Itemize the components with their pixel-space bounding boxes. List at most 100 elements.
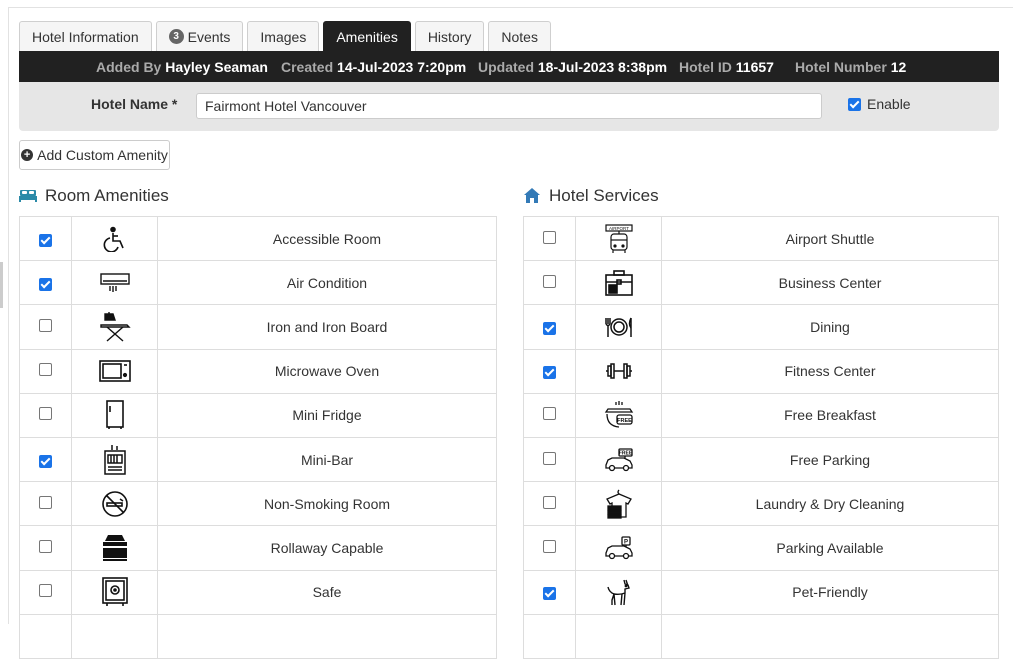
bed-icon: [19, 187, 37, 205]
service-label: Parking Available: [661, 525, 999, 571]
tab-images[interactable]: Images: [247, 21, 320, 51]
service-label: Business Center: [661, 260, 999, 306]
enable-toggle[interactable]: Enable: [848, 96, 911, 112]
section-title-text: Room Amenities: [45, 186, 169, 205]
microwave-icon: [72, 360, 157, 382]
amenity-label: Iron and Iron Board: [157, 304, 497, 350]
table-row: Safe: [19, 569, 497, 615]
table-row: Accessible Room: [19, 215, 497, 262]
table-row: P Parking Available: [523, 525, 999, 571]
hotel-number: Hotel Number 12: [795, 58, 907, 75]
service-label: Fitness Center: [661, 348, 999, 394]
tab-label: Notes: [501, 28, 538, 45]
free-breakfast-checkbox[interactable]: [543, 407, 556, 421]
table-row: Business Center: [523, 260, 999, 306]
safe-icon: [72, 577, 157, 607]
amenity-label: Mini-Bar: [157, 436, 497, 483]
record-info-bar: Added By Hayley Seaman Created 14-Jul-20…: [19, 51, 999, 82]
tab-label: History: [427, 28, 472, 45]
table-row: [523, 613, 999, 659]
room-amenities-table: Accessible Room Air Condition Iron and I…: [19, 215, 497, 659]
hotel-services-table: AIRPORT Airport Shuttle Business Center …: [523, 215, 999, 659]
hotel-services-heading: Hotel Services: [523, 186, 659, 206]
accessible-room-checkbox[interactable]: [39, 233, 52, 247]
table-row: Fitness Center: [523, 348, 999, 394]
safe-checkbox[interactable]: [39, 584, 52, 598]
add-button-label: Add Custom Amenity: [37, 147, 168, 163]
room-amenities-heading: Room Amenities: [19, 186, 169, 206]
svg-text:AIRPORT: AIRPORT: [609, 226, 629, 231]
briefcase-icon: [576, 269, 661, 297]
service-label: Free Parking: [661, 436, 999, 483]
enable-label: Enable: [867, 96, 911, 112]
fridge-icon: [72, 400, 157, 430]
amenity-label: Safe: [157, 569, 497, 615]
amenity-label: Mini Fridge: [157, 392, 497, 438]
free-parking-checkbox[interactable]: [543, 451, 556, 465]
content-frame-top: [8, 7, 1013, 8]
svg-text:FREE: FREE: [618, 450, 632, 456]
hotel-name-input[interactable]: [196, 93, 822, 119]
tab-amenities[interactable]: Amenities: [323, 21, 411, 51]
parking-icon: P: [576, 536, 661, 560]
add-custom-amenity-button[interactable]: + Add Custom Amenity: [19, 140, 170, 170]
home-icon: [523, 187, 541, 205]
no-smoking-icon: [72, 490, 157, 518]
scroll-edge: [0, 262, 3, 308]
hotel-name-bar: Hotel Name * Enable: [19, 82, 999, 131]
table-row: AIRPORT Airport Shuttle: [523, 215, 999, 262]
updated-date: Updated 18-Jul-2023 8:38pm: [478, 58, 668, 75]
tab-history[interactable]: History: [414, 21, 485, 51]
amenity-label: Microwave Oven: [157, 348, 497, 394]
iron-board-checkbox[interactable]: [39, 318, 52, 332]
svg-text:P: P: [623, 539, 627, 545]
tab-label: Hotel Information: [32, 28, 139, 45]
iron-board-icon: [72, 311, 157, 342]
wheelchair-icon: [72, 226, 157, 252]
table-row: FREE Free Parking: [523, 436, 999, 483]
dining-checkbox[interactable]: [543, 321, 556, 335]
parking-available-checkbox[interactable]: [543, 539, 556, 553]
laundry-checkbox[interactable]: [543, 495, 556, 509]
pet-friendly-checkbox[interactable]: [543, 587, 556, 601]
tab-label: Images: [260, 28, 307, 45]
business-center-checkbox[interactable]: [543, 274, 556, 288]
fitness-center-checkbox[interactable]: [543, 366, 556, 380]
free-parking-icon: FREE: [576, 447, 661, 472]
non-smoking-room-checkbox[interactable]: [39, 495, 52, 509]
air-condition-checkbox[interactable]: [39, 277, 52, 291]
tab-events[interactable]: 3 Events: [155, 21, 244, 51]
table-row: Non-Smoking Room: [19, 481, 497, 527]
table-row: Pet-Friendly: [523, 569, 999, 615]
airport-shuttle-checkbox[interactable]: [543, 230, 556, 244]
service-label: Airport Shuttle: [661, 215, 999, 262]
tab-hotel-information[interactable]: Hotel Information: [19, 21, 152, 51]
enable-checkbox[interactable]: [848, 97, 861, 111]
svg-text:FREE: FREE: [617, 418, 632, 424]
table-row: Mini-Bar: [19, 436, 497, 483]
mini-fridge-checkbox[interactable]: [39, 407, 52, 421]
microwave-oven-checkbox[interactable]: [39, 363, 52, 377]
rollaway-capable-checkbox[interactable]: [39, 539, 52, 553]
minibar-icon: [72, 444, 157, 476]
service-label: Laundry & Dry Cleaning: [661, 481, 999, 527]
section-title-text: Hotel Services: [549, 186, 659, 205]
airport-shuttle-icon: AIRPORT: [576, 223, 661, 254]
service-label: Pet-Friendly: [661, 569, 999, 615]
air-conditioner-icon: [72, 272, 157, 294]
service-label: Free Breakfast: [661, 392, 999, 438]
hotel-id: Hotel ID 11657: [679, 58, 774, 75]
mini-bar-checkbox[interactable]: [39, 454, 52, 468]
tab-bar: Hotel Information 3 Events Images Ameniti…: [19, 21, 551, 51]
hotel-name-label: Hotel Name *: [91, 96, 178, 112]
content-frame-left: [8, 7, 9, 624]
tab-label: Amenities: [336, 28, 398, 45]
table-row: Mini Fridge: [19, 392, 497, 438]
plus-circle-icon: +: [21, 149, 34, 161]
created-date: Created 14-Jul-2023 7:20pm: [281, 58, 467, 75]
tab-notes[interactable]: Notes: [488, 21, 551, 51]
table-row: Dining: [523, 304, 999, 350]
laundry-icon: [576, 489, 661, 519]
pet-icon: [576, 578, 661, 606]
events-count-badge: 3: [168, 29, 184, 44]
